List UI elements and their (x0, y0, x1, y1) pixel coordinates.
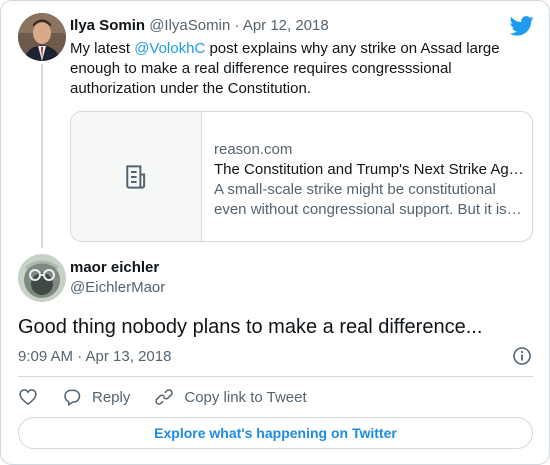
parent-text-before: My latest (70, 40, 135, 57)
link-description-line-1: A small-scale strike might be constituti… (214, 181, 496, 198)
header-separator: · (234, 17, 240, 34)
volokhc-mention-link[interactable]: @VolokhC (134, 40, 205, 57)
document-icon (126, 164, 146, 189)
link-preview-card[interactable]: reason.com The Constitution and Trump's … (70, 111, 533, 242)
thread-connector-line (41, 64, 43, 248)
reply-button-label: Reply (92, 388, 131, 406)
reply-author-name[interactable]: maor eichler (70, 258, 159, 278)
parent-author-handle[interactable]: @IlyaSomin (149, 17, 230, 34)
copy-link-button[interactable]: Copy link to Tweet (154, 387, 307, 407)
reply-button[interactable]: Reply (62, 387, 130, 407)
reply-author-handle[interactable]: @EichlerMaor (70, 278, 165, 298)
twitter-bird-icon[interactable] (510, 15, 534, 37)
embedded-tweet-card: Ilya Somin @IlyaSomin · Apr 12, 2018 My … (0, 0, 550, 465)
link-card-thumbnail (71, 112, 202, 241)
like-button[interactable] (18, 387, 38, 407)
reply-bubble-icon (64, 389, 81, 406)
reply-tweet-text: Good thing nobody plans to make a real d… (18, 316, 483, 338)
actions-divider (18, 376, 533, 377)
explore-twitter-button[interactable]: Explore what's happening on Twitter (18, 417, 533, 449)
maor-eichler-avatar[interactable] (18, 254, 66, 302)
link-domain: reason.com (214, 141, 293, 158)
link-description-line-2: even without congressional support. But … (214, 201, 524, 218)
link-icon (155, 389, 174, 405)
parent-author-name[interactable]: Ilya Somin (70, 17, 145, 34)
parent-tweet-header: Ilya Somin @IlyaSomin · Apr 12, 2018 (70, 16, 329, 36)
info-icon[interactable] (512, 346, 532, 366)
parent-tweet-text: My latest @VolokhC post explains why any… (70, 39, 510, 99)
link-title: The Constitution and Trump's Next Strike… (214, 161, 524, 178)
copy-link-label: Copy link to Tweet (184, 388, 307, 406)
heart-icon (19, 389, 37, 406)
link-card-text: reason.com The Constitution and Trump's … (214, 140, 524, 220)
ilya-somin-avatar[interactable] (18, 13, 66, 61)
parent-tweet-date[interactable]: Apr 12, 2018 (243, 17, 329, 34)
tweet-actions-bar: Reply Copy link to Tweet (18, 385, 331, 409)
reply-timestamp[interactable]: 9:09 AM · Apr 13, 2018 (18, 347, 171, 367)
